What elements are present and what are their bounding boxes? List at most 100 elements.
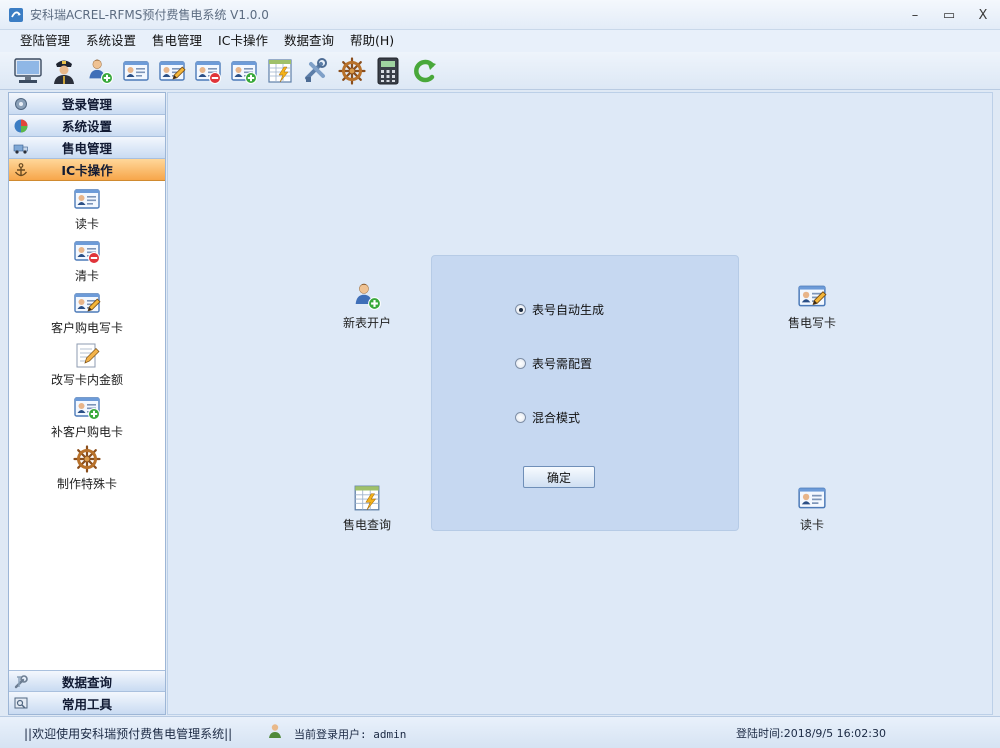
- option-label: 混合模式: [532, 411, 581, 425]
- title-bar: 安科瑞ACREL-RFMS预付费售电系统 V1.0.0 – ▭ X: [0, 0, 1000, 30]
- nav-category-login[interactable]: 登录管理: [9, 93, 165, 115]
- sub-item-clear-card[interactable]: 清卡: [9, 237, 165, 284]
- toolbar-special-card-button[interactable]: [334, 54, 370, 88]
- login-time: 登陆时间:2018/9/5 16:02:30: [736, 727, 887, 740]
- sub-item-read-card[interactable]: 读卡: [9, 185, 165, 232]
- pencil-note-icon: [73, 341, 101, 369]
- id-card-icon: [122, 57, 150, 85]
- sub-item-rewrite-amount[interactable]: 改写卡内金额: [9, 341, 165, 388]
- chart-pie-icon: [14, 119, 28, 133]
- action-label: 新表开户: [342, 316, 391, 330]
- welcome-text: ||欢迎使用安科瑞预付费售电管理系统||: [24, 727, 233, 741]
- toolbar-read-card-button[interactable]: [118, 54, 154, 88]
- meter-number-mode-panel: 表号自动生成 表号需配置 混合模式 确定: [431, 255, 739, 531]
- sub-item-label: 改写卡内金额: [50, 373, 123, 387]
- nav-bottom-categories: 数据查询 常用工具: [9, 670, 165, 714]
- sub-item-label: 客户购电写卡: [50, 321, 123, 335]
- card-edit-icon: [159, 60, 186, 81]
- wrench-icon: [14, 675, 28, 689]
- minimize-button[interactable]: –: [898, 0, 932, 30]
- toolbar-refresh-button[interactable]: [406, 54, 442, 88]
- radio-button[interactable]: [515, 358, 526, 369]
- sub-item-label: 读卡: [74, 217, 99, 231]
- app-logo-icon: [9, 7, 23, 22]
- main-content-area: 新表开户 售电写卡 售电查询 读卡 表号自动生成 表号需配置 混合模式 确定: [167, 92, 993, 715]
- nav-category-common-tools[interactable]: 常用工具: [9, 692, 165, 714]
- maximize-button[interactable]: ▭: [932, 0, 966, 30]
- table-lightning-icon: [352, 483, 382, 513]
- nav-category-system-settings[interactable]: 系统设置: [9, 115, 165, 137]
- action-label: 读卡: [799, 518, 824, 532]
- toolbar-clear-card-button[interactable]: [190, 54, 226, 88]
- officer-icon: [54, 60, 74, 84]
- card-edit-icon: [798, 285, 827, 307]
- radio-button[interactable]: [515, 304, 526, 315]
- add-user-icon: [89, 58, 113, 84]
- truck-icon: [13, 144, 28, 154]
- current-user: 当前登录用户: admin: [294, 728, 407, 741]
- nav-category-label: 系统设置: [61, 119, 112, 134]
- menu-login[interactable]: 登陆管理: [12, 30, 78, 52]
- gear-icon: [15, 98, 27, 110]
- close-button[interactable]: X: [966, 0, 1000, 30]
- action-label: 售电写卡: [787, 316, 836, 330]
- menu-data-query[interactable]: 数据查询: [276, 30, 342, 52]
- nav-category-data-query[interactable]: 数据查询: [9, 670, 165, 692]
- left-navigation-panel: 登录管理 系统设置 售电管理 IC卡操作 读卡 清卡 客户购电写卡 改写卡内金额…: [8, 92, 166, 715]
- id-card-icon: [73, 185, 101, 213]
- calculator-icon: [377, 57, 399, 84]
- option-label: 表号需配置: [532, 357, 593, 371]
- toolbar-tools-button[interactable]: [298, 54, 334, 88]
- add-user-icon: [355, 283, 381, 310]
- option-label: 表号自动生成: [532, 303, 605, 317]
- action-new-meter-account[interactable]: 新表开户: [322, 281, 412, 331]
- id-card-icon: [797, 483, 827, 513]
- toolbar-calculator-button[interactable]: [370, 54, 406, 88]
- menu-system-settings[interactable]: 系统设置: [78, 30, 144, 52]
- sub-item-label: 制作特殊卡: [56, 477, 117, 491]
- confirm-button[interactable]: 确定: [523, 466, 595, 488]
- sub-item-label: 清卡: [74, 269, 99, 283]
- refresh-arrow-icon: [414, 59, 436, 82]
- option-auto-generate[interactable]: 表号自动生成: [515, 301, 604, 318]
- menu-help[interactable]: 帮助(H): [342, 30, 402, 52]
- nav-category-ic-card[interactable]: IC卡操作: [9, 159, 165, 181]
- toolbox-icon: [14, 697, 28, 709]
- menu-bar: 登陆管理 系统设置 售电管理 IC卡操作 数据查询 帮助(H): [0, 30, 1000, 52]
- nav-category-sales[interactable]: 售电管理: [9, 137, 165, 159]
- card-remove-icon: [74, 241, 100, 264]
- user-icon: [269, 724, 281, 738]
- toolbar-sales-query-button[interactable]: [262, 54, 298, 88]
- toolbar-officer-button[interactable]: [46, 54, 82, 88]
- status-bar: ||欢迎使用安科瑞预付费售电管理系统|| 当前登录用户: admin 登陆时间:…: [0, 716, 1000, 748]
- card-edit-icon: [74, 293, 101, 313]
- option-mixed-mode[interactable]: 混合模式: [515, 409, 580, 426]
- toolbar-write-card-button[interactable]: [154, 54, 190, 88]
- nav-category-label: 登录管理: [61, 97, 112, 112]
- toolbar-add-user-button[interactable]: [82, 54, 118, 88]
- action-sales-query[interactable]: 售电查询: [322, 483, 412, 533]
- action-label: 售电查询: [342, 518, 391, 532]
- option-require-config[interactable]: 表号需配置: [515, 355, 592, 372]
- action-read-card[interactable]: 读卡: [767, 483, 857, 533]
- anchor-icon: [14, 163, 28, 177]
- toolbar-reissue-card-button[interactable]: [226, 54, 262, 88]
- toolbar: [0, 52, 1000, 90]
- window-title: 安科瑞ACREL-RFMS预付费售电系统 V1.0.0: [30, 8, 269, 22]
- sub-item-customer-write-card[interactable]: 客户购电写卡: [9, 289, 165, 336]
- menu-sales[interactable]: 售电管理: [144, 30, 210, 52]
- card-add-icon: [231, 60, 257, 84]
- sub-item-special-card[interactable]: 制作特殊卡: [9, 445, 165, 492]
- tools-icon: [305, 57, 327, 82]
- action-sell-write-card[interactable]: 售电写卡: [767, 281, 857, 331]
- sub-item-reissue-card[interactable]: 补客户购电卡: [9, 393, 165, 440]
- helm-wheel-icon: [73, 445, 101, 473]
- card-remove-icon: [195, 60, 221, 84]
- sub-item-label: 补客户购电卡: [50, 425, 123, 439]
- toolbar-monitor-button[interactable]: [10, 54, 46, 88]
- helm-wheel-icon: [338, 57, 366, 85]
- nav-category-label: IC卡操作: [61, 163, 113, 178]
- nav-category-label: 数据查询: [61, 674, 112, 690]
- radio-button[interactable]: [515, 412, 526, 423]
- menu-ic-card[interactable]: IC卡操作: [210, 30, 276, 52]
